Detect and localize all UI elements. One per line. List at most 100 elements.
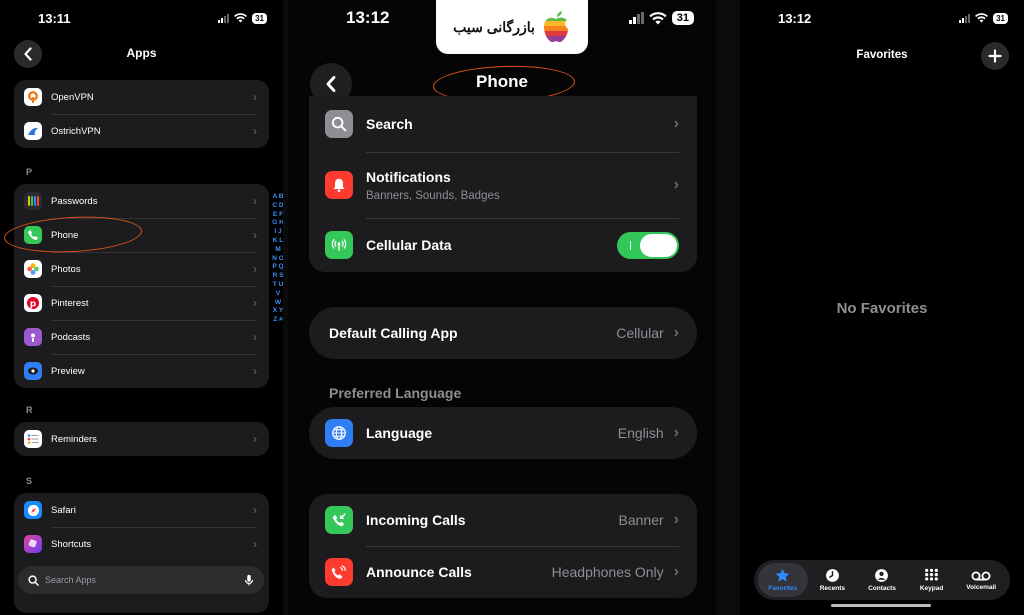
search-icon	[28, 574, 39, 586]
chevron-right-icon: ›	[673, 424, 679, 441]
app-row-phone[interactable]: Phone ›	[14, 218, 269, 252]
announce-calls-row[interactable]: Announce Calls Headphones Only ›	[309, 546, 697, 598]
calls-group: Incoming Calls Banner › Announce Calls H…	[309, 494, 697, 598]
tab-label: Favorites	[768, 585, 798, 592]
cellular-data-row: Cellular Data	[309, 218, 697, 272]
home-indicator	[831, 604, 931, 607]
globe-icon	[325, 419, 353, 447]
battery-indicator: 31	[252, 12, 267, 24]
key-icon	[24, 192, 42, 210]
app-label: OpenVPN	[51, 91, 94, 103]
announce-calls-value: Headphones Only	[551, 564, 664, 580]
default-calling-label: Default Calling App	[329, 325, 458, 341]
apps-group-p: Passwords › Phone › Photos › p Pinterest…	[14, 184, 269, 388]
tab-favorites[interactable]: Favorites	[758, 563, 808, 597]
chevron-right-icon: ›	[253, 228, 257, 242]
keypad-icon	[925, 568, 939, 581]
tab-keypad[interactable]: Keypad	[907, 563, 957, 597]
cellular-signal-icon	[218, 13, 230, 23]
brand-logo-text: بازرگانی سیب	[453, 18, 535, 35]
tab-bar: Favorites Recents Contacts Keypad Voicem…	[754, 560, 1010, 600]
wifi-icon	[649, 11, 667, 24]
tab-voicemail[interactable]: Voicemail	[956, 563, 1006, 597]
app-row-photos[interactable]: Photos ›	[14, 252, 269, 286]
chevron-right-icon: ›	[673, 511, 679, 528]
app-row-ostrichvpn[interactable]: OstrichVPN ›	[14, 114, 269, 148]
apple-logo-icon	[543, 11, 568, 43]
apps-group-s: Safari › Shortcuts ›	[14, 493, 269, 613]
app-label: Phone	[51, 229, 79, 241]
app-row-passwords[interactable]: Passwords ›	[14, 184, 269, 218]
chevron-right-icon: ›	[673, 176, 679, 193]
default-calling-app-row[interactable]: Default Calling App Cellular ›	[309, 307, 697, 359]
tab-label: Keypad	[919, 585, 944, 592]
incoming-calls-row[interactable]: Incoming Calls Banner ›	[309, 494, 697, 546]
notifications-label: Notifications	[366, 168, 451, 185]
brand-logo: بازرگانی سیب	[436, 0, 588, 54]
search-apps-field[interactable]: Search Apps	[18, 566, 264, 594]
app-label: Safari	[51, 504, 76, 516]
phone-settings-group: Search › Notifications Banners, Sounds, B…	[309, 96, 697, 272]
app-label: OstrichVPN	[51, 125, 101, 137]
app-label: Podcasts	[51, 331, 91, 343]
tab-recents[interactable]: Recents	[808, 563, 858, 597]
language-group: Language English ›	[309, 407, 697, 459]
app-label: Passwords	[51, 195, 98, 207]
chevron-right-icon: ›	[673, 324, 679, 341]
app-label: Reminders	[51, 433, 97, 445]
language-value: English	[617, 425, 664, 441]
app-label: Photos	[51, 263, 81, 275]
chevron-right-icon: ›	[673, 115, 679, 132]
apps-group-o: OpenVPN › OstrichVPN ›	[14, 80, 269, 148]
search-placeholder: Search Apps	[45, 575, 97, 585]
cellular-data-toggle[interactable]	[617, 231, 679, 259]
microphone-icon[interactable]	[244, 574, 254, 586]
language-row[interactable]: Language English ›	[309, 407, 697, 459]
phone-icon	[24, 226, 42, 244]
chevron-right-icon: ›	[253, 537, 257, 551]
app-row-reminders[interactable]: Reminders ›	[14, 422, 269, 456]
openvpn-icon	[24, 88, 42, 106]
chevron-right-icon: ›	[253, 90, 257, 104]
app-row-pinterest[interactable]: p Pinterest ›	[14, 286, 269, 320]
pinterest-icon: p	[24, 294, 42, 312]
wifi-icon	[975, 13, 989, 23]
svg-text:p: p	[30, 300, 37, 310]
plus-icon	[988, 49, 1002, 63]
add-favorite-button[interactable]	[981, 42, 1009, 70]
app-row-shortcuts[interactable]: Shortcuts ›	[14, 527, 269, 561]
chevron-right-icon: ›	[253, 330, 257, 344]
alphabet-index[interactable]: A B C D E F G H I J K L M N O P Q R S T …	[272, 193, 283, 325]
notifications-subtitle: Banners, Sounds, Badges	[366, 189, 500, 202]
tab-label: Recents	[819, 585, 846, 592]
cellular-data-label: Cellular Data	[366, 237, 452, 253]
tab-contacts[interactable]: Contacts	[857, 563, 907, 597]
default-calling-group: Default Calling App Cellular ›	[309, 307, 697, 359]
photos-icon	[24, 260, 42, 278]
app-row-safari[interactable]: Safari ›	[14, 493, 269, 527]
battery-indicator: 31	[993, 12, 1008, 24]
app-row-preview[interactable]: Preview ›	[14, 354, 269, 388]
chevron-right-icon: ›	[253, 296, 257, 310]
status-time: 13:11	[38, 10, 71, 26]
chevron-right-icon: ›	[673, 563, 679, 580]
incoming-calls-value: Banner	[618, 512, 664, 528]
notifications-row[interactable]: Notifications Banners, Sounds, Badges ›	[309, 152, 697, 218]
app-row-podcasts[interactable]: Podcasts ›	[14, 320, 269, 354]
shortcuts-icon	[24, 535, 42, 553]
status-time: 13:12	[778, 10, 812, 26]
search-label: Search	[366, 116, 413, 132]
empty-state-text: No Favorites	[836, 300, 928, 317]
tab-label: Contacts	[868, 585, 896, 592]
chevron-right-icon: ›	[253, 432, 257, 446]
section-header-s: S	[26, 476, 33, 486]
page-title: Phone	[476, 72, 528, 91]
voicemail-icon	[971, 571, 991, 580]
app-row-openvpn[interactable]: OpenVPN ›	[14, 80, 269, 114]
app-label: Pinterest	[51, 297, 89, 309]
chevron-right-icon: ›	[253, 124, 257, 138]
reminders-icon	[24, 430, 42, 448]
search-row[interactable]: Search ›	[309, 96, 697, 152]
section-header-r: R	[26, 405, 33, 415]
bell-icon	[325, 171, 353, 199]
